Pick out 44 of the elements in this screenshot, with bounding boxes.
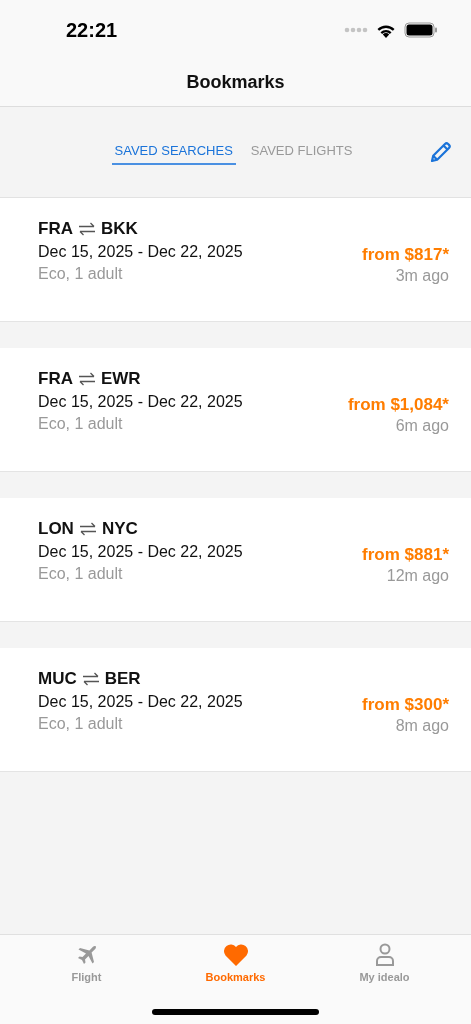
trip-details: Eco, 1 adult — [38, 715, 124, 733]
origin-code: MUC — [38, 669, 77, 689]
origin-code: LON — [38, 519, 74, 539]
round-trip-icon — [77, 372, 96, 386]
edit-icon[interactable] — [429, 140, 453, 164]
date-range: Dec 15, 2025 - Dec 22, 2025 — [38, 543, 243, 561]
destination-code: BKK — [100, 219, 138, 239]
trip-details: Eco, 1 adult — [38, 565, 124, 583]
saved-search-card[interactable]: MUC BER Dec 15, 2025 - Dec 22, 2025 Eco, 1 adult from $300* 8m ago — [0, 648, 471, 772]
price: from $1,084* — [347, 395, 449, 415]
round-trip-icon — [78, 522, 97, 536]
date-range: Dec 15, 2025 - Dec 22, 2025 — [38, 693, 243, 711]
origin-code: FRA — [38, 219, 73, 239]
saved-time: 3m ago — [395, 267, 449, 285]
trip-details: Eco, 1 adult — [38, 265, 124, 283]
saved-search-card[interactable]: FRA EWR Dec 15, 2025 - Dec 22, 2025 Eco, 1 adult from $1,084* 6m ago — [0, 348, 471, 472]
saved-time: 8m ago — [395, 717, 449, 735]
destination-code: NYC — [101, 519, 138, 539]
destination-code: EWR — [100, 369, 141, 389]
price: from $817* — [362, 245, 449, 265]
tab-bar-item[interactable]: My idealo — [329, 941, 440, 985]
destination-code: BER — [104, 669, 141, 689]
person-icon — [373, 943, 396, 967]
trip-details: Eco, 1 adult — [38, 415, 124, 433]
tab-bar-item[interactable]: Flight — [31, 941, 142, 985]
segment-tab[interactable]: SAVED FLIGHTS — [247, 139, 356, 165]
segment-tab[interactable]: SAVED SEARCHES — [111, 139, 236, 165]
tab-bar-item[interactable]: Bookmarks — [180, 941, 291, 985]
round-trip-icon — [81, 672, 100, 686]
saved-time: 6m ago — [395, 417, 449, 435]
price: from $300* — [362, 695, 449, 715]
battery-icon — [404, 22, 438, 38]
date-range: Dec 15, 2025 - Dec 22, 2025 — [38, 243, 243, 261]
screen-title: Bookmarks — [186, 71, 285, 93]
saved-search-card[interactable]: LON NYC Dec 15, 2025 - Dec 22, 2025 Eco, 1 adult from $881* 12m ago — [0, 498, 471, 622]
saved-time: 12m ago — [386, 567, 449, 585]
status-time: 22:21 — [66, 18, 118, 42]
origin-code: FRA — [38, 369, 73, 389]
saved-search-card[interactable]: FRA BKK Dec 15, 2025 - Dec 22, 2025 Eco, 1 adult from $817* 3m ago — [0, 198, 471, 322]
round-trip-icon — [77, 222, 96, 236]
signal-icon — [344, 27, 368, 33]
date-range: Dec 15, 2025 - Dec 22, 2025 — [38, 393, 243, 411]
heart-icon — [222, 943, 249, 967]
price: from $881* — [362, 545, 449, 565]
